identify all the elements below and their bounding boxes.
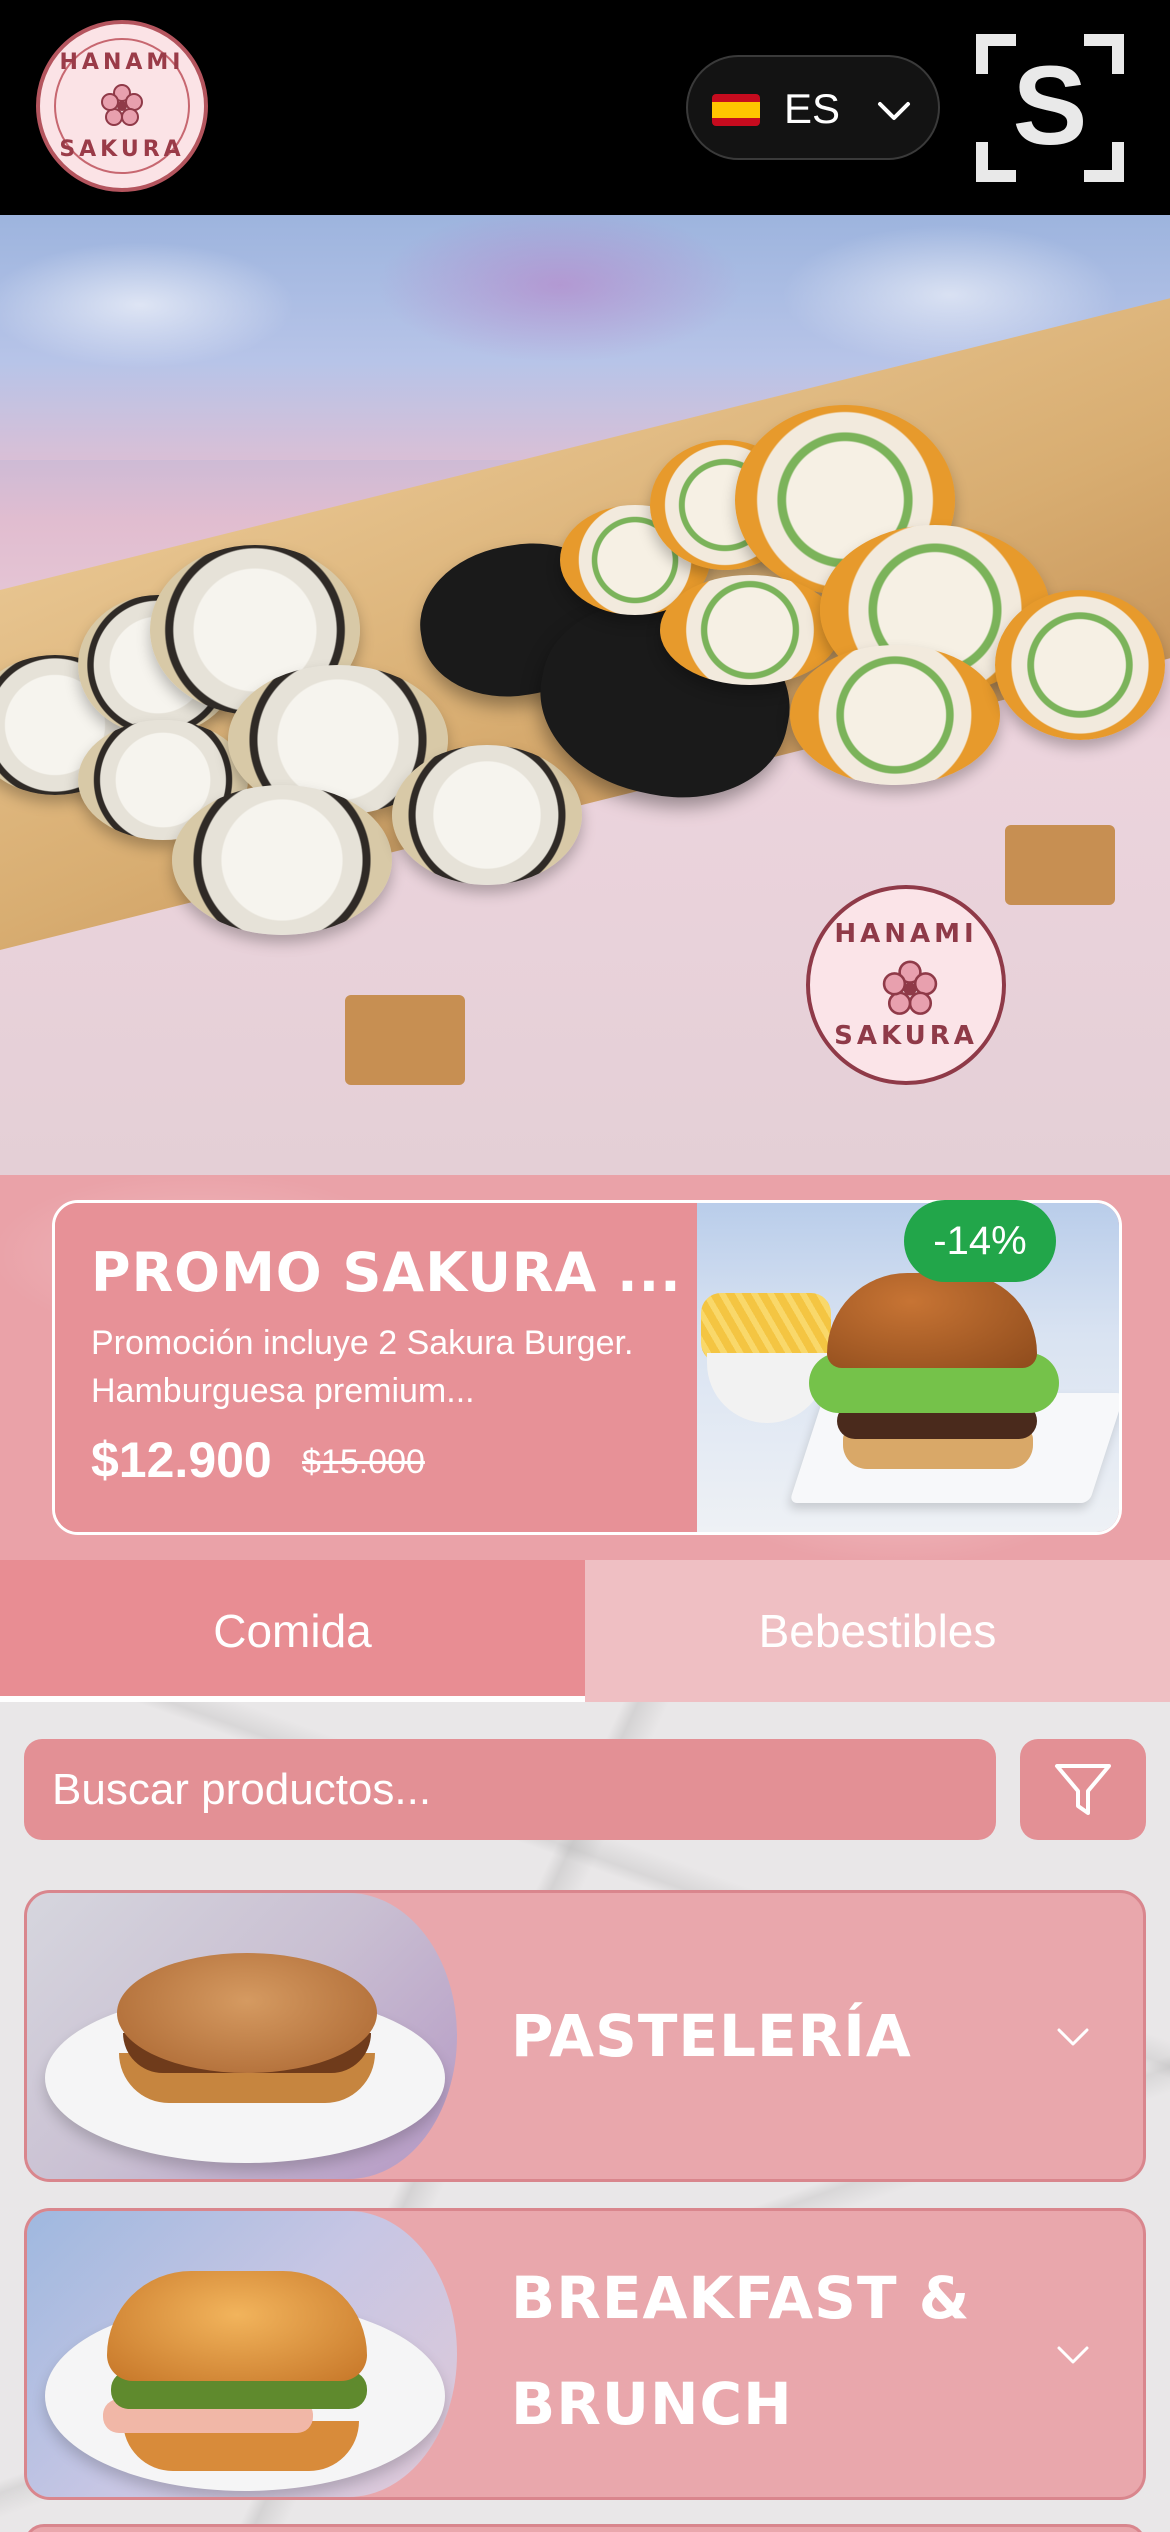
filter-icon xyxy=(1055,1764,1111,1815)
logo-text-top: HANAMI xyxy=(59,50,185,75)
category-title: PASTELERÍA xyxy=(511,2002,912,2070)
fried-roll xyxy=(995,590,1165,740)
cherry-blossom-icon xyxy=(882,960,938,1015)
dorayaki-top xyxy=(117,1953,377,2073)
hero-image: HANAMI SAKURA xyxy=(0,215,1170,1175)
category-card-breakfast-brunch[interactable]: BREAKFAST & BRUNCH xyxy=(24,2208,1146,2500)
language-code: ES xyxy=(784,85,841,132)
app-header: HANAMI SAKURA ES S xyxy=(0,0,1170,215)
tab-drinks[interactable]: Bebestibles xyxy=(585,1560,1170,1702)
chevron-down-icon xyxy=(878,102,910,120)
croissant-top xyxy=(107,2271,367,2381)
language-selector[interactable]: ES xyxy=(686,55,940,160)
discount-badge: -14% xyxy=(904,1200,1056,1282)
category-card-partial[interactable] xyxy=(24,2524,1146,2532)
chevron-down-icon xyxy=(1057,2028,1089,2046)
fried-roll xyxy=(660,575,840,685)
cherry-blossom-icon xyxy=(101,84,143,126)
logo-text-bottom: SAKURA xyxy=(59,137,185,162)
category-card-pasteleria[interactable]: PASTELERÍA xyxy=(24,1890,1146,2182)
promo-info: PROMO SAKURA ... Promoción incluye 2 Sak… xyxy=(55,1203,697,1532)
hero-logo-stamp: HANAMI SAKURA xyxy=(806,885,1006,1085)
sushi-roll xyxy=(392,745,582,885)
promo-description: Promoción incluye 2 Sakura Burger. Hambu… xyxy=(91,1324,634,1410)
promo-section: PROMO SAKURA ... Promoción incluye 2 Sak… xyxy=(0,1175,1170,1560)
spain-flag-icon xyxy=(712,94,760,126)
chevron-down-icon xyxy=(1057,2346,1089,2364)
sushi-roll xyxy=(172,785,392,935)
burger-bun-top xyxy=(827,1273,1037,1368)
brand-letter: S xyxy=(1012,43,1088,168)
brand-scan-button[interactable]: S xyxy=(976,34,1124,182)
board-leg xyxy=(1005,825,1115,905)
promo-price: $12.900 xyxy=(91,1432,272,1488)
board-leg xyxy=(345,995,465,1085)
tab-food[interactable]: Comida xyxy=(0,1560,585,1702)
menu-tabs: Comida Bebestibles xyxy=(0,1560,1170,1702)
promo-title: PROMO SAKURA ... xyxy=(91,1241,682,1304)
promo-old-price: $15.000 xyxy=(302,1443,425,1481)
category-image xyxy=(27,2211,457,2497)
search-input[interactable] xyxy=(24,1739,996,1840)
category-title: BREAKFAST & BRUNCH xyxy=(511,2264,971,2438)
restaurant-logo[interactable]: HANAMI SAKURA xyxy=(36,20,208,192)
stamp-text-bottom: SAKURA xyxy=(834,1021,978,1051)
fried-roll xyxy=(790,645,1000,785)
stamp-text-top: HANAMI xyxy=(834,919,978,949)
filter-button[interactable] xyxy=(1020,1739,1146,1840)
category-image xyxy=(27,1893,457,2179)
